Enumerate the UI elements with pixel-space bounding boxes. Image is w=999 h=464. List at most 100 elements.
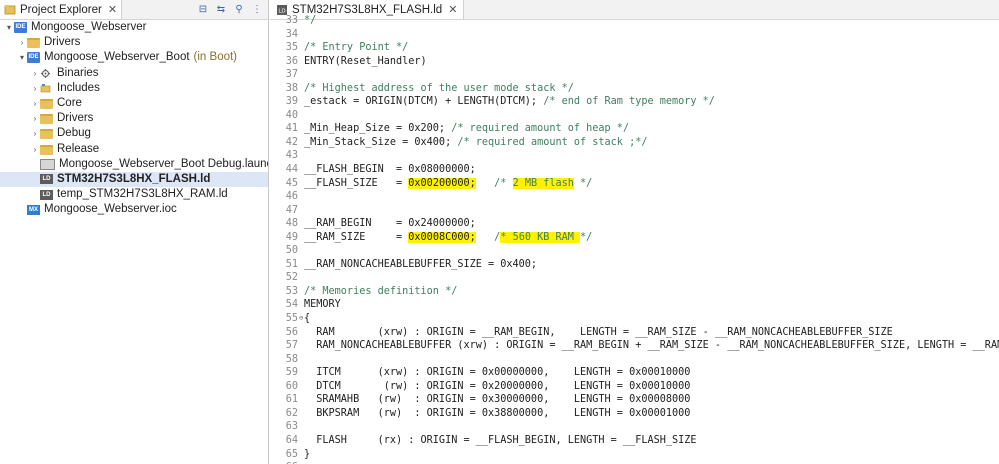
code-token: DTCM (rw) : ORIGIN = 0x20000000, LENGTH … xyxy=(304,380,691,392)
code-text: RAM (xrw) : ORIGIN = __RAM_BEGIN, LENGTH… xyxy=(304,326,893,340)
tree-item[interactable]: › Drivers xyxy=(0,35,268,50)
tree-item-label: Mongoose_Webserver_Boot Debug.launch xyxy=(59,157,269,170)
code-line[interactable]: 64 FLASH (rx) : ORIGIN = __FLASH_BEGIN, … xyxy=(270,434,999,448)
collapsed-chevron-icon[interactable]: › xyxy=(30,111,40,126)
code-line[interactable]: 42 _Min_Stack_Size = 0x400; /* required a… xyxy=(270,136,999,150)
code-line[interactable]: 55 ⊖{ xyxy=(270,312,999,326)
code-line[interactable]: 40 xyxy=(270,109,999,123)
tree-item-label: STM32H7S3L8HX_FLASH.ld xyxy=(57,172,211,185)
fold-toggle-icon[interactable]: ⊖ xyxy=(299,312,303,326)
code-text: __FLASH_BEGIN = 0x08000000; xyxy=(304,163,476,177)
tree-item[interactable]: › Core xyxy=(0,96,268,111)
code-line[interactable]: 48 __RAM_BEGIN = 0x24000000; xyxy=(270,217,999,231)
code-line[interactable]: 36 ENTRY(Reset_Handler) xyxy=(270,55,999,69)
project-explorer-tab[interactable]: Project Explorer ✕ xyxy=(0,0,123,19)
code-line[interactable]: 59 ITCM (xrw) : ORIGIN = 0x00000000, LEN… xyxy=(270,366,999,380)
code-line[interactable]: 33 */ xyxy=(270,14,999,28)
code-line[interactable]: 50 xyxy=(270,244,999,258)
code-line[interactable]: 44 __FLASH_BEGIN = 0x08000000; xyxy=(270,163,999,177)
code-line[interactable]: 58 xyxy=(270,353,999,367)
tree-item[interactable]: › Debug xyxy=(0,126,268,141)
code-line[interactable]: 61 SRAMAHB (rw) : ORIGIN = 0x30000000, L… xyxy=(270,393,999,407)
code-line[interactable]: 34 xyxy=(270,28,999,42)
line-number: 64 xyxy=(285,434,298,446)
code-line[interactable]: 65} xyxy=(270,448,999,462)
tree-item-label: Includes xyxy=(57,81,100,94)
code-token: } xyxy=(304,448,311,460)
line-number: 49 xyxy=(285,231,298,243)
code-text: _Min_Heap_Size = 0x200; /* required amou… xyxy=(304,122,629,136)
collapsed-chevron-icon[interactable]: › xyxy=(17,35,27,50)
line-number: 60 xyxy=(285,380,298,392)
expanded-chevron-icon[interactable]: ▾ xyxy=(17,50,27,65)
code-line[interactable]: 35 /* Entry Point */ xyxy=(270,41,999,55)
line-number: 47 xyxy=(285,204,298,216)
tree-item[interactable]: LD temp_STM32H7S3L8HX_RAM.ld xyxy=(0,187,268,202)
code-token: RAM (xrw) : ORIGIN = __RAM_BEGIN, LENGTH… xyxy=(304,326,893,338)
code-line[interactable]: 57 RAM_NONCACHEABLEBUFFER (xrw) : ORIGIN… xyxy=(270,339,999,353)
code-line[interactable]: 45 __FLASH_SIZE = 0x00200000; /* 2 MB fla… xyxy=(270,177,999,191)
code-text: } xyxy=(304,448,310,462)
launch-file-icon xyxy=(40,158,55,170)
highlighted-token: 0x0008C000; xyxy=(408,231,476,243)
code-text: __RAM_SIZE = 0x0008C000; /* 560 KB RAM *… xyxy=(304,231,592,245)
collapsed-chevron-icon[interactable]: › xyxy=(30,66,40,81)
tree-item[interactable]: ▾ IDE Mongoose_Webserver xyxy=(0,20,268,35)
code-line[interactable]: 53 /* Memories definition */ xyxy=(270,285,999,299)
code-line[interactable]: 51 __RAM_NONCACHEABLEBUFFER_SIZE = 0x400; xyxy=(270,258,999,272)
code-line[interactable]: 49 __RAM_SIZE = 0x0008C000; /* 560 KB RAM… xyxy=(270,231,999,245)
tree-item[interactable]: › Drivers xyxy=(0,111,268,126)
collapsed-chevron-icon[interactable]: › xyxy=(30,81,40,96)
collapsed-chevron-icon[interactable]: › xyxy=(30,126,40,141)
view-menu-icon[interactable]: ⋮ xyxy=(250,2,264,16)
line-number: 57 xyxy=(285,340,298,352)
tree-item[interactable]: › Binaries xyxy=(0,66,268,81)
close-icon[interactable]: ✕ xyxy=(108,3,117,16)
project-icon: IDE xyxy=(14,22,27,34)
code-line[interactable]: 47 xyxy=(270,204,999,218)
code-line[interactable]: 52 xyxy=(270,271,999,285)
tree-item[interactable]: Mongoose_Webserver_Boot Debug.launch xyxy=(0,157,268,172)
folder-icon xyxy=(40,129,53,140)
collapse-all-icon[interactable]: ⊟ xyxy=(196,2,210,16)
tree-item-label: Drivers xyxy=(57,112,94,125)
collapsed-chevron-icon[interactable]: › xyxy=(30,96,40,111)
project-explorer-title: Project Explorer xyxy=(20,3,102,16)
line-number: 34 xyxy=(285,28,298,40)
code-text: FLASH (rx) : ORIGIN = __FLASH_BEGIN, LEN… xyxy=(304,434,696,448)
collapsed-chevron-icon[interactable]: › xyxy=(30,142,40,157)
code-area[interactable]: 33 */ 34 35 /* Entry Point */ 36 ENTRY(Reset_H… xyxy=(270,14,999,464)
ioc-file-icon: MX xyxy=(27,204,40,215)
code-line[interactable]: 54 MEMORY xyxy=(270,298,999,312)
code-comment: /* end of Ram type memory */ xyxy=(543,96,715,108)
code-line[interactable]: 41 _Min_Heap_Size = 0x200; /* required am… xyxy=(270,122,999,136)
code-token: MEMORY xyxy=(304,299,341,311)
code-line[interactable]: 46 xyxy=(270,190,999,204)
code-line[interactable]: 37 xyxy=(270,68,999,82)
code-text: /* Highest address of the user mode stac… xyxy=(304,82,574,96)
code-line[interactable]: 63 xyxy=(270,420,999,434)
line-number: 33 xyxy=(285,15,298,26)
code-token: _Min_Heap_Size = 0x200; xyxy=(304,123,452,135)
tree-item-label: temp_STM32H7S3L8HX_RAM.ld xyxy=(57,188,228,201)
link-with-editor-icon[interactable]: ⇆ xyxy=(214,2,228,16)
tree-item[interactable]: › Release xyxy=(0,142,268,157)
project-explorer-icon xyxy=(4,4,16,14)
code-text: ENTRY(Reset_Handler) xyxy=(304,55,427,69)
code-comment: /* xyxy=(475,177,513,189)
code-line[interactable]: 62 BKPSRAM (rw) : ORIGIN = 0x38800000, L… xyxy=(270,407,999,421)
code-line[interactable]: 43 xyxy=(270,149,999,163)
filter-icon[interactable]: ⚲ xyxy=(232,2,246,16)
expanded-chevron-icon[interactable]: ▾ xyxy=(4,20,14,35)
tree-item[interactable]: ▾ IDE Mongoose_Webserver_Boot (in Boot) xyxy=(0,50,268,65)
tree-item[interactable]: MX Mongoose_Webserver.ioc xyxy=(0,202,268,217)
tree-item[interactable]: LD STM32H7S3L8HX_FLASH.ld xyxy=(0,171,268,188)
includes-icon xyxy=(40,83,53,94)
code-line[interactable]: 38 /* Highest address of the user mode st… xyxy=(270,82,999,96)
code-line[interactable]: 60 DTCM (rw) : ORIGIN = 0x20000000, LENG… xyxy=(270,380,999,394)
code-line[interactable]: 56 RAM (xrw) : ORIGIN = __RAM_BEGIN, LEN… xyxy=(270,326,999,340)
code-line[interactable]: 39 _estack = ORIGIN(DTCM) + LENGTH(DTCM);… xyxy=(270,95,999,109)
line-number: 59 xyxy=(285,367,298,379)
code-text: RAM_NONCACHEABLEBUFFER (xrw) : ORIGIN = … xyxy=(304,339,999,353)
tree-item[interactable]: › Includes xyxy=(0,81,268,96)
